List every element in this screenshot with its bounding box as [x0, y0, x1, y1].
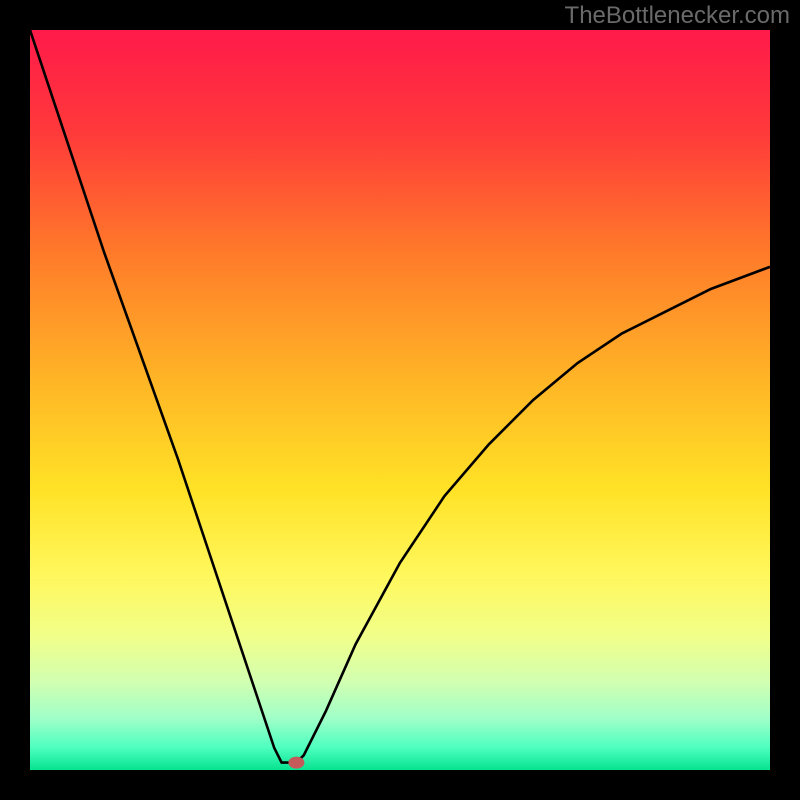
chart-background — [30, 30, 770, 770]
attribution-text: TheBottlenecker.com — [565, 2, 790, 30]
optimal-point-marker — [288, 757, 304, 769]
chart-frame: TheBottlenecker.com — [0, 0, 800, 800]
bottleneck-chart — [30, 30, 770, 770]
